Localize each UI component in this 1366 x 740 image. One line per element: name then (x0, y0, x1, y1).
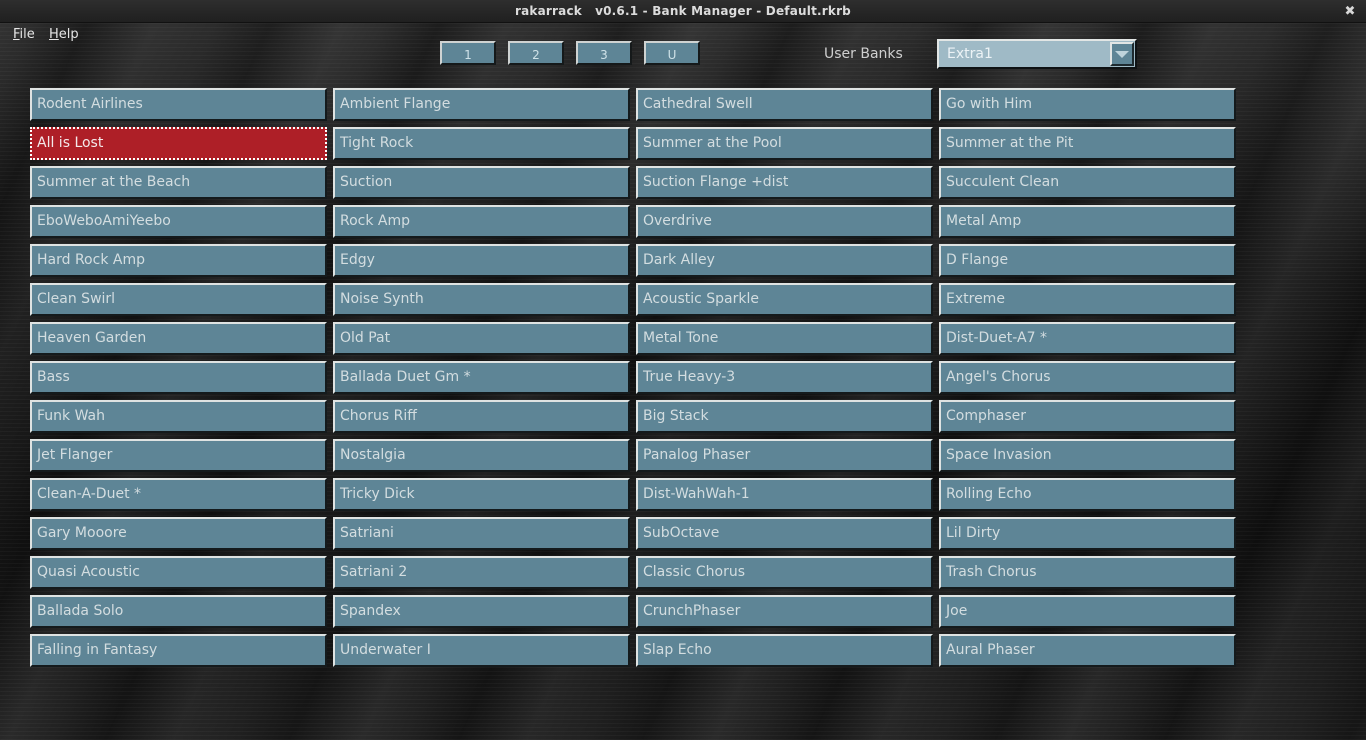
chevron-down-icon[interactable] (1110, 42, 1134, 66)
preset-cell[interactable]: Clean-A-Duet * (30, 478, 327, 511)
close-icon[interactable]: ✖ (1340, 0, 1360, 23)
preset-cell[interactable]: Succulent Clean (939, 166, 1236, 199)
preset-cell[interactable]: Trash Chorus (939, 556, 1236, 589)
preset-cell[interactable]: Acoustic Sparkle (636, 283, 933, 316)
preset-cell[interactable]: Bass (30, 361, 327, 394)
title-bar: rakarrack v0.6.1 - Bank Manager - Defaul… (0, 0, 1366, 23)
preset-cell[interactable]: All is Lost (30, 127, 327, 160)
window-title: rakarrack v0.6.1 - Bank Manager - Defaul… (515, 4, 851, 18)
bank-button-3[interactable]: 3 (576, 41, 632, 65)
preset-cell[interactable]: Summer at the Pit (939, 127, 1236, 160)
preset-cell[interactable]: Clean Swirl (30, 283, 327, 316)
preset-grid: Rodent Airlines All is Lost Summer at the … (28, 88, 1238, 674)
preset-cell[interactable]: Underwater I (333, 634, 630, 667)
preset-cell[interactable]: Satriani 2 (333, 556, 630, 589)
preset-cell[interactable]: D Flange (939, 244, 1236, 277)
preset-cell[interactable]: Overdrive (636, 205, 933, 238)
preset-cell[interactable]: Dist-Duet-A7 * (939, 322, 1236, 355)
preset-cell[interactable]: Big Stack (636, 400, 933, 433)
preset-cell[interactable]: Gary Mooore (30, 517, 327, 550)
preset-cell[interactable]: Cathedral Swell (636, 88, 933, 121)
preset-cell[interactable]: Rodent Airlines (30, 88, 327, 121)
preset-cell[interactable]: Rock Amp (333, 205, 630, 238)
preset-cell[interactable]: True Heavy-3 (636, 361, 933, 394)
bank-button-1[interactable]: 1 (440, 41, 496, 65)
preset-column-1: Rodent Airlines All is Lost Summer at the … (28, 88, 331, 674)
preset-cell[interactable]: Panalog Phaser (636, 439, 933, 472)
preset-cell[interactable]: Ballada Duet Gm * (333, 361, 630, 394)
preset-cell[interactable]: Go with Him (939, 88, 1236, 121)
preset-cell[interactable]: CrunchPhaser (636, 595, 933, 628)
preset-cell[interactable]: Space Invasion (939, 439, 1236, 472)
preset-cell[interactable]: Satriani (333, 517, 630, 550)
bank-button-2[interactable]: 2 (508, 41, 564, 65)
preset-cell[interactable]: Summer at the Beach (30, 166, 327, 199)
preset-cell[interactable]: Spandex (333, 595, 630, 628)
preset-cell[interactable]: Chorus Riff (333, 400, 630, 433)
preset-column-2: Ambient Flange Tight Rock Suction Rock Amp E… (331, 88, 634, 674)
preset-cell[interactable]: Tight Rock (333, 127, 630, 160)
preset-cell[interactable]: Dist-WahWah-1 (636, 478, 933, 511)
preset-cell[interactable]: Angel's Chorus (939, 361, 1236, 394)
preset-cell[interactable]: Tricky Dick (333, 478, 630, 511)
preset-cell[interactable]: Rolling Echo (939, 478, 1236, 511)
toolbar: 1 2 3 U User Banks Extra1 (0, 38, 1366, 74)
preset-cell[interactable]: Joe (939, 595, 1236, 628)
preset-cell[interactable]: SubOctave (636, 517, 933, 550)
preset-column-3: Cathedral Swell Summer at the Pool Suction… (634, 88, 937, 674)
preset-cell[interactable]: Noise Synth (333, 283, 630, 316)
preset-cell[interactable]: Hard Rock Amp (30, 244, 327, 277)
preset-cell[interactable]: Nostalgia (333, 439, 630, 472)
preset-cell[interactable]: Ambient Flange (333, 88, 630, 121)
preset-cell[interactable]: Suction (333, 166, 630, 199)
preset-cell[interactable]: Slap Echo (636, 634, 933, 667)
bank-button-u[interactable]: U (644, 41, 700, 65)
preset-cell[interactable]: Metal Amp (939, 205, 1236, 238)
preset-cell[interactable]: Falling in Fantasy (30, 634, 327, 667)
preset-cell[interactable]: Comphaser (939, 400, 1236, 433)
preset-column-4: Go with Him Summer at the Pit Succulent Cl… (937, 88, 1240, 674)
user-banks-value: Extra1 (947, 46, 993, 62)
preset-cell[interactable]: Aural Phaser (939, 634, 1236, 667)
preset-cell[interactable]: Lil Dirty (939, 517, 1236, 550)
user-banks-label: User Banks (824, 46, 903, 62)
preset-cell[interactable]: EboWeboAmiYeebo (30, 205, 327, 238)
preset-cell[interactable]: Extreme (939, 283, 1236, 316)
preset-cell[interactable]: Heaven Garden (30, 322, 327, 355)
preset-cell[interactable]: Quasi Acoustic (30, 556, 327, 589)
preset-cell[interactable]: Old Pat (333, 322, 630, 355)
user-banks-select[interactable]: Extra1 (937, 39, 1137, 69)
preset-cell[interactable]: Edgy (333, 244, 630, 277)
preset-cell[interactable]: Classic Chorus (636, 556, 933, 589)
preset-cell[interactable]: Summer at the Pool (636, 127, 933, 160)
preset-cell[interactable]: Ballada Solo (30, 595, 327, 628)
preset-cell[interactable]: Dark Alley (636, 244, 933, 277)
preset-cell[interactable]: Metal Tone (636, 322, 933, 355)
preset-cell[interactable]: Suction Flange +dist (636, 166, 933, 199)
preset-cell[interactable]: Funk Wah (30, 400, 327, 433)
preset-cell[interactable]: Jet Flanger (30, 439, 327, 472)
